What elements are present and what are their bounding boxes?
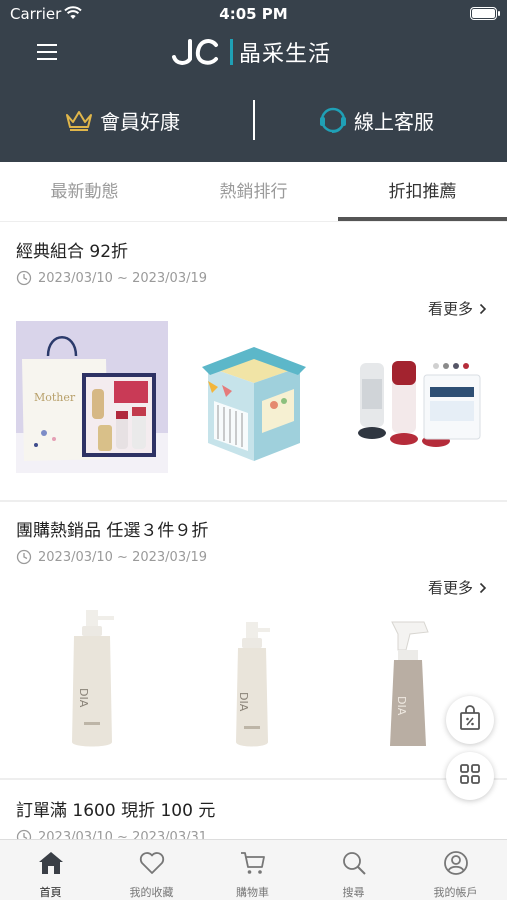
section-title: 經典組合 92折 [16,242,129,262]
grid-icon [459,763,481,789]
nav-favorites[interactable]: 我的收藏 [101,840,202,900]
chevron-right-icon [479,582,487,594]
pump-bottle-image: DIA [72,610,114,747]
product-card-crib-box[interactable] [178,321,330,473]
clock-icon [16,829,32,839]
svg-text:DIA: DIA [237,692,250,712]
product-card-gift-set[interactable]: Mother [16,321,168,473]
tab-latest-news[interactable]: 最新動態 [0,162,169,222]
logo-mark-icon [172,39,218,65]
bottle-set-image [358,361,481,447]
clock-icon [16,270,32,286]
crib-box-image [202,347,306,461]
quick-divider [253,100,255,140]
section-title: 訂單滿 1600 現折 100 元 [16,801,216,821]
see-more-label: 看更多 [427,300,473,318]
product-card-tall-pump-bottle[interactable]: DIA [178,602,330,754]
tab-discount-picks[interactable]: 折扣推薦 [338,162,507,222]
crown-icon [64,109,94,131]
grid-menu-fab-button[interactable] [446,752,494,800]
nav-search-label: 搜尋 [342,886,365,899]
tab-best-sellers[interactable]: 熱銷排行 [169,162,338,222]
home-icon [37,850,65,880]
tall-pump-bottle-image: DIA [236,622,270,747]
online-service-button[interactable]: 線上客服 [318,96,434,144]
search-icon [340,850,368,880]
account-icon [442,850,470,880]
nav-account[interactable]: 我的帳戶 [404,840,507,900]
member-benefits-button[interactable]: 會員好康 [64,96,180,144]
member-benefits-label: 會員好康 [100,109,180,134]
coupon-fab-button[interactable] [446,696,494,744]
heart-icon [138,850,166,880]
bottom-nav: 首頁 我的收藏 購物車 搜尋 我的帳戶 [0,839,507,900]
online-service-label: 線上客服 [354,109,434,134]
product-card-pump-bottle[interactable]: DIA [16,602,168,754]
section-title: 團購熱銷品 任選３件９折 [16,521,209,541]
nav-home-label: 首頁 [39,886,62,899]
cart-icon [239,850,267,880]
status-bar: Carrier 4:05 PM [0,0,507,28]
logo-text: 晶采生活 [239,42,332,67]
tab-active-indicator [338,217,507,221]
nav-account-label: 我的帳戶 [433,886,478,899]
section-date-text: 2023/03/10 ~ 2023/03/19 [38,270,208,286]
section-date-text: 2023/03/10 ~ 2023/03/19 [38,549,208,565]
brand-logo[interactable]: 晶采生活 [170,36,331,68]
app-header: Carrier 4:05 PM 晶采生活 會員好康 線上客服 [0,0,507,162]
svg-text:Mother: Mother [34,391,76,404]
promo-section: 訂單滿 1600 現折 100 元 2023/03/10 ~ 2023/03/3… [0,780,507,839]
product-card-bottle-set[interactable] [340,321,492,473]
gift-set-image: Mother [16,321,168,473]
chevron-right-icon [479,303,487,315]
promo-section: 團購熱銷品 任選３件９折 2023/03/10 ~ 2023/03/19 看更多… [0,502,507,778]
nav-cart-label: 購物車 [236,886,269,899]
nav-cart[interactable]: 購物車 [202,840,303,900]
battery-icon [470,7,500,20]
svg-text:DIA: DIA [395,696,408,716]
section-date: 2023/03/10 ~ 2023/03/19 [16,549,207,565]
status-time: 4:05 PM [219,5,288,23]
nav-favorites-label: 我的收藏 [129,886,174,899]
see-more-label: 看更多 [427,579,473,597]
section-date: 2023/03/10 ~ 2023/03/31 [16,829,207,839]
hamburger-menu-icon[interactable] [30,38,64,68]
coupon-bag-icon [458,705,482,735]
nav-search[interactable]: 搜尋 [303,840,404,900]
svg-text:DIA: DIA [77,688,90,708]
tab-bar: 最新動態 熱銷排行 折扣推薦 [0,162,507,222]
see-more-link[interactable]: 看更多 [428,298,487,319]
see-more-link[interactable]: 看更多 [428,577,487,598]
quick-links: 會員好康 線上客服 [0,96,507,144]
clock-icon [16,549,32,565]
promo-section: 經典組合 92折 2023/03/10 ~ 2023/03/19 看更多 Mot… [0,223,507,500]
section-date-text: 2023/03/10 ~ 2023/03/31 [38,829,208,840]
section-date: 2023/03/10 ~ 2023/03/19 [16,270,207,286]
nav-home[interactable]: 首頁 [0,840,101,900]
headset-icon [318,105,348,135]
